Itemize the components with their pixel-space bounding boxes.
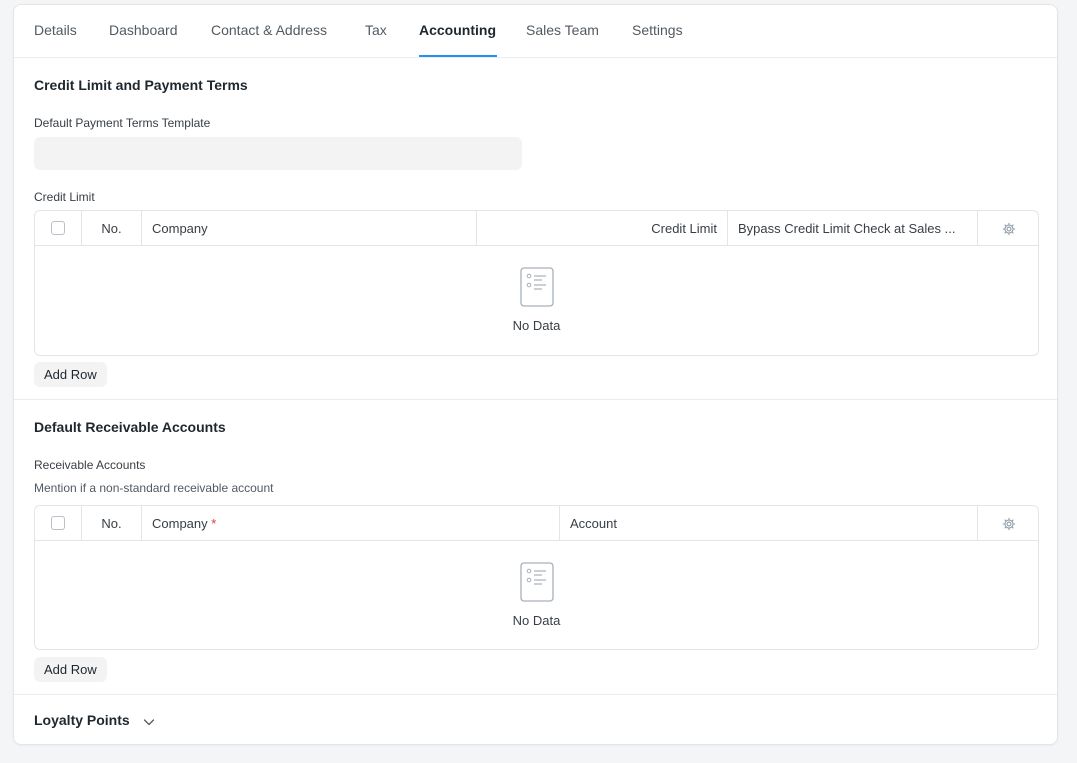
required-indicator: *: [211, 516, 217, 531]
loyalty-points-section-toggle[interactable]: Loyalty Points: [34, 712, 130, 728]
select-all-checkbox[interactable]: [51, 516, 65, 530]
receivable-section-title: Default Receivable Accounts: [34, 419, 226, 435]
active-tab-indicator: [419, 55, 497, 57]
credit-limit-grid: No. Company Credit Limit Bypass Credit L…: [34, 210, 1039, 356]
column-header-company-label: Company: [152, 516, 208, 531]
credit-section-title: Credit Limit and Payment Terms: [34, 77, 248, 93]
credit-limit-label: Credit Limit: [34, 190, 95, 204]
grid-settings-cell: [978, 506, 1038, 541]
receivable-accounts-description: Mention if a non-standard receivable acc…: [34, 481, 274, 495]
column-header-credit-limit: Credit Limit: [477, 211, 728, 246]
tab-details[interactable]: Details: [34, 22, 77, 38]
tab-tax[interactable]: Tax: [365, 22, 387, 38]
chevron-down-icon[interactable]: [143, 716, 155, 728]
document-list-icon: [519, 562, 554, 602]
select-all-cell: [35, 211, 82, 246]
column-header-no: No.: [82, 506, 142, 541]
column-header-company: Company *: [142, 506, 560, 541]
gear-icon[interactable]: [1002, 517, 1016, 531]
grid-header: No. Company * Account: [35, 506, 1038, 541]
tab-settings[interactable]: Settings: [632, 22, 683, 38]
add-row-button[interactable]: Add Row: [34, 362, 107, 387]
empty-state-text: No Data: [512, 613, 561, 628]
grid-header: No. Company Credit Limit Bypass Credit L…: [35, 211, 1038, 246]
tab-accounting[interactable]: Accounting: [419, 22, 496, 38]
document-list-icon: [519, 267, 554, 307]
payment-terms-input[interactable]: [34, 137, 522, 170]
gear-icon[interactable]: [1002, 222, 1016, 236]
form-card: Details Dashboard Contact & Address Tax …: [13, 4, 1058, 745]
tab-sales-team[interactable]: Sales Team: [526, 22, 599, 38]
tab-contact-address[interactable]: Contact & Address: [211, 22, 327, 38]
empty-state: No Data: [35, 562, 1038, 628]
select-all-checkbox[interactable]: [51, 221, 65, 235]
grid-settings-cell: [978, 211, 1038, 246]
receivable-accounts-grid: No. Company * Account No Data: [34, 505, 1039, 650]
tab-dashboard[interactable]: Dashboard: [109, 22, 178, 38]
column-header-no: No.: [82, 211, 142, 246]
section-divider: [14, 399, 1057, 400]
empty-state: No Data: [35, 267, 1038, 333]
empty-state-text: No Data: [512, 318, 561, 333]
add-row-button[interactable]: Add Row: [34, 657, 107, 682]
column-header-bypass-credit-check: Bypass Credit Limit Check at Sales ...: [728, 211, 978, 246]
select-all-cell: [35, 506, 82, 541]
tab-bar: Details Dashboard Contact & Address Tax …: [14, 5, 1057, 58]
receivable-accounts-label: Receivable Accounts: [34, 458, 146, 472]
payment-terms-label: Default Payment Terms Template: [34, 116, 211, 130]
column-header-company: Company: [142, 211, 477, 246]
column-header-account: Account: [560, 506, 978, 541]
section-divider: [14, 694, 1057, 695]
